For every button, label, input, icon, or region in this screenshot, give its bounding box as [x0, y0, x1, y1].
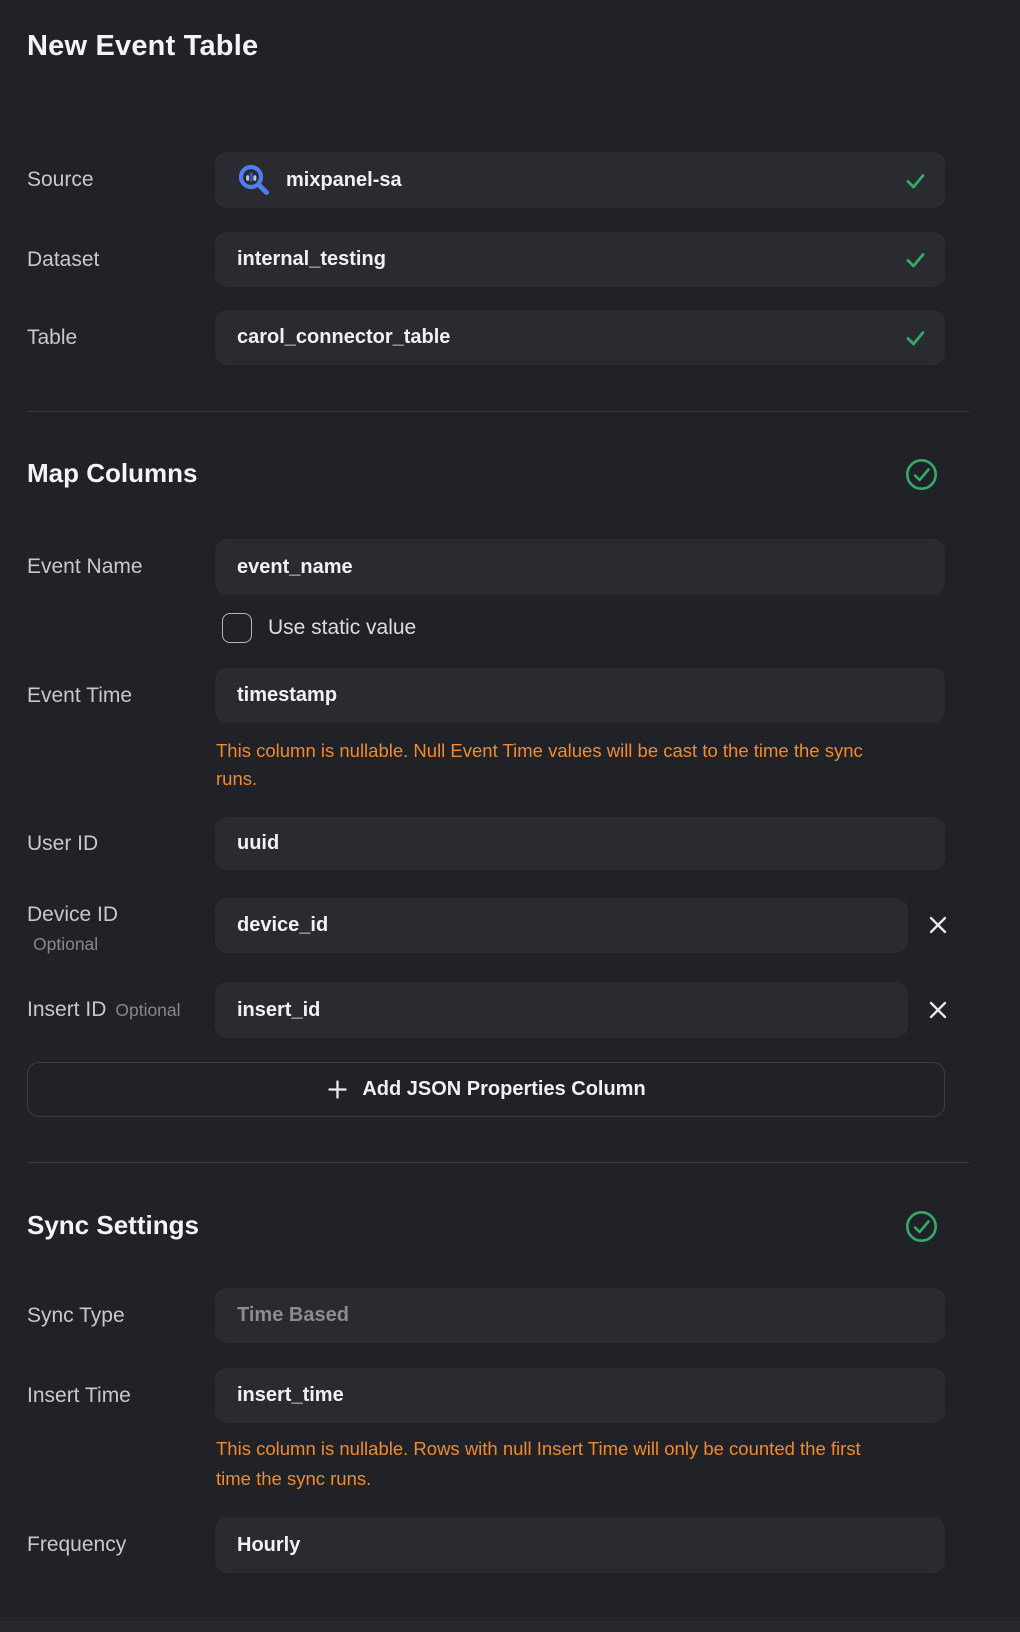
use-static-value-checkbox[interactable]: [222, 613, 252, 643]
user-id-label: User ID: [27, 817, 209, 870]
table-value: carol_connector_table: [237, 326, 450, 349]
table-valid-check-icon: [904, 326, 927, 349]
add-json-properties-label: Add JSON Properties Column: [362, 1078, 645, 1101]
insert-id-label-row: Insert ID Optional: [27, 982, 181, 1038]
dataset-label: Dataset: [27, 232, 209, 287]
new-event-table-panel: New Event Table Source mixpanel-sa Datas…: [0, 0, 1020, 1632]
user-id-field[interactable]: uuid: [215, 817, 945, 870]
event-name-field[interactable]: event_name: [215, 539, 945, 595]
event-time-warning-line1: This column is nullable. Null Event Time…: [216, 740, 863, 762]
source-field[interactable]: mixpanel-sa: [215, 152, 945, 208]
page-title: New Event Table: [27, 30, 258, 63]
mixpanel-logo-icon: [237, 163, 271, 197]
insert-id-field[interactable]: insert_id: [215, 982, 908, 1038]
insert-id-value: insert_id: [237, 999, 320, 1022]
device-id-field[interactable]: device_id: [215, 898, 908, 953]
event-time-field[interactable]: timestamp: [215, 668, 945, 723]
use-static-value-label: Use static value: [268, 613, 416, 643]
source-valid-check-icon: [904, 169, 927, 192]
insert-time-label: Insert Time: [27, 1368, 209, 1423]
add-json-properties-button[interactable]: Add JSON Properties Column: [27, 1062, 945, 1117]
frequency-field[interactable]: Hourly: [215, 1517, 945, 1573]
plus-icon: [326, 1078, 349, 1101]
dataset-value: internal_testing: [237, 248, 386, 271]
insert-time-field[interactable]: insert_time: [215, 1368, 945, 1423]
sync-settings-complete-icon: [905, 1210, 938, 1243]
event-time-warning-line2: runs.: [216, 768, 257, 790]
dataset-field[interactable]: internal_testing: [215, 232, 945, 287]
insert-time-warning-line2: time the sync runs.: [216, 1468, 371, 1490]
event-name-label: Event Name: [27, 539, 209, 595]
insert-time-value: insert_time: [237, 1384, 344, 1407]
close-icon: [926, 998, 950, 1022]
device-id-label: Device ID: [27, 898, 118, 932]
frequency-label: Frequency: [27, 1517, 209, 1573]
source-value: mixpanel-sa: [286, 169, 402, 192]
section-divider: [27, 411, 969, 412]
table-label: Table: [27, 310, 209, 365]
sync-type-field: Time Based: [215, 1288, 945, 1343]
frequency-value: Hourly: [237, 1534, 300, 1557]
table-field[interactable]: carol_connector_table: [215, 310, 945, 365]
map-columns-complete-icon: [905, 458, 938, 491]
insert-id-optional-label: Optional: [115, 1000, 180, 1021]
insert-time-warning-line1: This column is nullable. Rows with null …: [216, 1438, 861, 1460]
event-time-label: Event Time: [27, 668, 209, 723]
user-id-value: uuid: [237, 832, 279, 855]
bottom-edge-strip: [0, 1617, 1020, 1632]
section-divider: [27, 1162, 969, 1163]
source-label: Source: [27, 152, 209, 208]
sync-type-value: Time Based: [237, 1304, 349, 1327]
insert-id-remove-button[interactable]: [922, 994, 954, 1026]
device-id-optional-label: Optional: [33, 934, 98, 955]
insert-id-label: Insert ID: [27, 998, 106, 1022]
event-time-value: timestamp: [237, 684, 337, 707]
sync-type-label: Sync Type: [27, 1288, 209, 1343]
sync-settings-heading: Sync Settings: [27, 1210, 199, 1241]
device-id-remove-button[interactable]: [922, 909, 954, 941]
device-id-value: device_id: [237, 914, 328, 937]
map-columns-heading: Map Columns: [27, 458, 197, 489]
close-icon: [926, 913, 950, 937]
event-name-value: event_name: [237, 556, 353, 579]
dataset-valid-check-icon: [904, 248, 927, 271]
